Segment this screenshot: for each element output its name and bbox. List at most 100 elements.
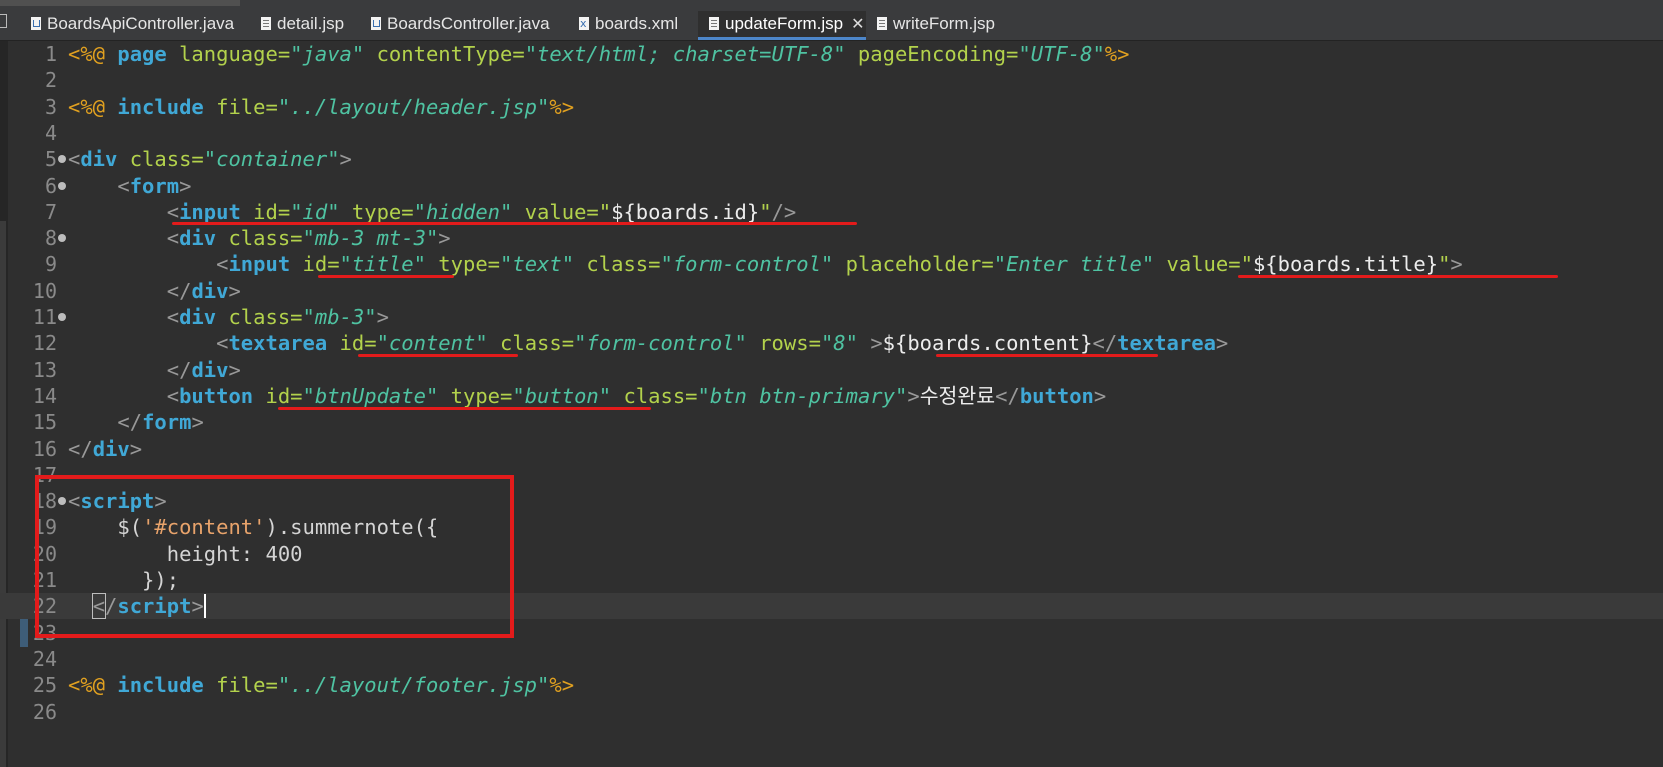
line-number: 1	[44, 42, 57, 66]
code-token: <%@	[68, 94, 118, 119]
tab-detail-jsp[interactable]: detail.jsp	[250, 11, 360, 40]
code-line-16[interactable]: 16 </div>	[0, 436, 1663, 462]
code-token: >	[228, 357, 241, 382]
code-token: "text"	[500, 252, 575, 277]
code-token: <	[166, 226, 180, 251]
code-token: </	[995, 383, 1020, 408]
code-token: <%@	[68, 42, 118, 66]
line-number: 24	[32, 646, 57, 671]
code-line-8[interactable]: 8 <div class="mb-3 mt-3">	[0, 225, 1663, 251]
line-number: 10	[32, 278, 57, 303]
annotation-underline	[1238, 275, 1558, 278]
code-token: >	[179, 173, 192, 198]
code-token: id=	[253, 383, 303, 408]
tab-label: BoardsApiController.java	[47, 14, 235, 33]
code-line-2[interactable]: 2	[0, 67, 1663, 93]
code-token: >	[907, 383, 920, 408]
code-editor[interactable]: 1 <%@ page language="java" contentType="t…	[0, 41, 1663, 767]
fold-toggle-icon[interactable]	[58, 313, 66, 321]
code-token: include	[117, 94, 204, 119]
code-line-13[interactable]: 13 </div>	[0, 357, 1663, 383]
code-token: >	[1215, 331, 1229, 356]
code-text: <textarea id="content" class="form-contr…	[68, 330, 1228, 356]
close-tab-icon[interactable]: ✕	[851, 16, 864, 33]
code-token: %>	[1104, 42, 1130, 66]
code-token: >	[1450, 252, 1463, 277]
code-token: ${boards.content}	[882, 331, 1093, 356]
annotation-box	[35, 475, 514, 638]
line-number: 6	[44, 173, 57, 198]
code-token: >	[228, 278, 241, 303]
eclipse-editor-window: BoardsApiController.java detail.jsp Boar…	[0, 0, 1663, 767]
code-token: "8"	[820, 331, 858, 356]
code-token: "	[1438, 252, 1451, 277]
tab-write-form-jsp[interactable]: writeForm.jsp	[866, 11, 1006, 40]
code-token: <	[68, 147, 81, 172]
code-token: placeholder=	[833, 252, 994, 277]
code-line-6[interactable]: 6 <form>	[0, 173, 1663, 199]
fold-toggle-icon[interactable]	[58, 155, 66, 164]
code-token: 수정완료	[919, 383, 996, 408]
code-token: input	[228, 252, 291, 277]
code-token: "../layout/footer.jsp"	[277, 673, 550, 698]
code-text: <%@ include file="../layout/footer.jsp"%…	[68, 672, 574, 698]
code-text: <input id="title" type="text" class="for…	[68, 251, 1463, 277]
code-token: "btn btn-primary"	[697, 383, 908, 408]
fold-toggle-icon[interactable]	[58, 234, 66, 243]
code-token: "id"	[290, 199, 340, 224]
tab-label: detail.jsp	[277, 14, 345, 33]
code-token: form	[129, 173, 180, 198]
code-text: <input id="id" type="hidden" value="${bo…	[68, 199, 797, 225]
annotation-underline	[278, 407, 651, 410]
annotation-underline	[358, 354, 518, 357]
code-token: "title"	[339, 252, 426, 277]
code-line-3[interactable]: 3 <%@ include file="../layout/header.jsp"…	[0, 94, 1663, 120]
tab-boards-xml[interactable]: boards.xml	[568, 11, 696, 40]
code-token: input	[179, 199, 241, 224]
code-line-7[interactable]: 7 <input id="id" type="hidden" value="${…	[0, 199, 1663, 225]
code-token: "mb-3"	[302, 305, 377, 329]
tab-update-form-jsp[interactable]: updateForm.jsp ✕	[698, 11, 866, 40]
line-number: 7	[44, 199, 57, 224]
code-text: </div>	[68, 278, 241, 304]
code-token: >	[339, 147, 352, 172]
code-line-15[interactable]: 15 </form>	[0, 409, 1663, 435]
tab-label: writeForm.jsp	[893, 14, 996, 33]
code-token: button	[1019, 383, 1094, 408]
fold-toggle-icon[interactable]	[58, 181, 66, 190]
code-line-12[interactable]: 12 <textarea id="content" class="form-co…	[0, 330, 1663, 356]
code-line-25[interactable]: 25 <%@ include file="../layout/footer.jsp…	[0, 672, 1663, 698]
code-line-9[interactable]: 9 <input id="title" type="text" class="f…	[0, 251, 1663, 277]
code-token: type=	[438, 383, 513, 408]
tab-boards-controller[interactable]: BoardsController.java	[360, 11, 568, 40]
line-number: 11	[32, 305, 57, 329]
code-line-24[interactable]: 24	[0, 646, 1663, 672]
code-text: <div class="mb-3">	[68, 304, 389, 330]
code-token: <	[216, 331, 229, 356]
code-token: div	[191, 357, 229, 382]
view-menu-icon[interactable]	[0, 14, 7, 28]
code-line-14[interactable]: 14 <button id="btnUpdate" type="button" …	[0, 383, 1663, 409]
tab-boards-api-controller[interactable]: BoardsApiController.java	[20, 11, 250, 40]
code-line-10[interactable]: 10 </div>	[0, 278, 1663, 304]
tab-label: BoardsController.java	[387, 14, 550, 33]
code-line-4[interactable]: 4	[0, 120, 1663, 146]
code-text: </div>	[68, 357, 241, 383]
jsp-file-icon	[709, 17, 719, 30]
code-token: </	[166, 278, 192, 303]
code-line-5[interactable]: 5 <div class="container">	[0, 146, 1663, 172]
code-line-1[interactable]: 1 <%@ page language="java" contentType="t…	[0, 41, 1663, 67]
code-token: "button"	[512, 383, 612, 408]
code-token: id=	[290, 252, 340, 277]
code-token: "java"	[290, 42, 365, 66]
code-token: file=	[203, 673, 278, 698]
code-line-11[interactable]: 11 <div class="mb-3">	[0, 304, 1663, 330]
code-token: >	[191, 410, 204, 435]
code-line-26[interactable]: 26	[0, 699, 1663, 725]
code-token: div	[179, 226, 217, 251]
